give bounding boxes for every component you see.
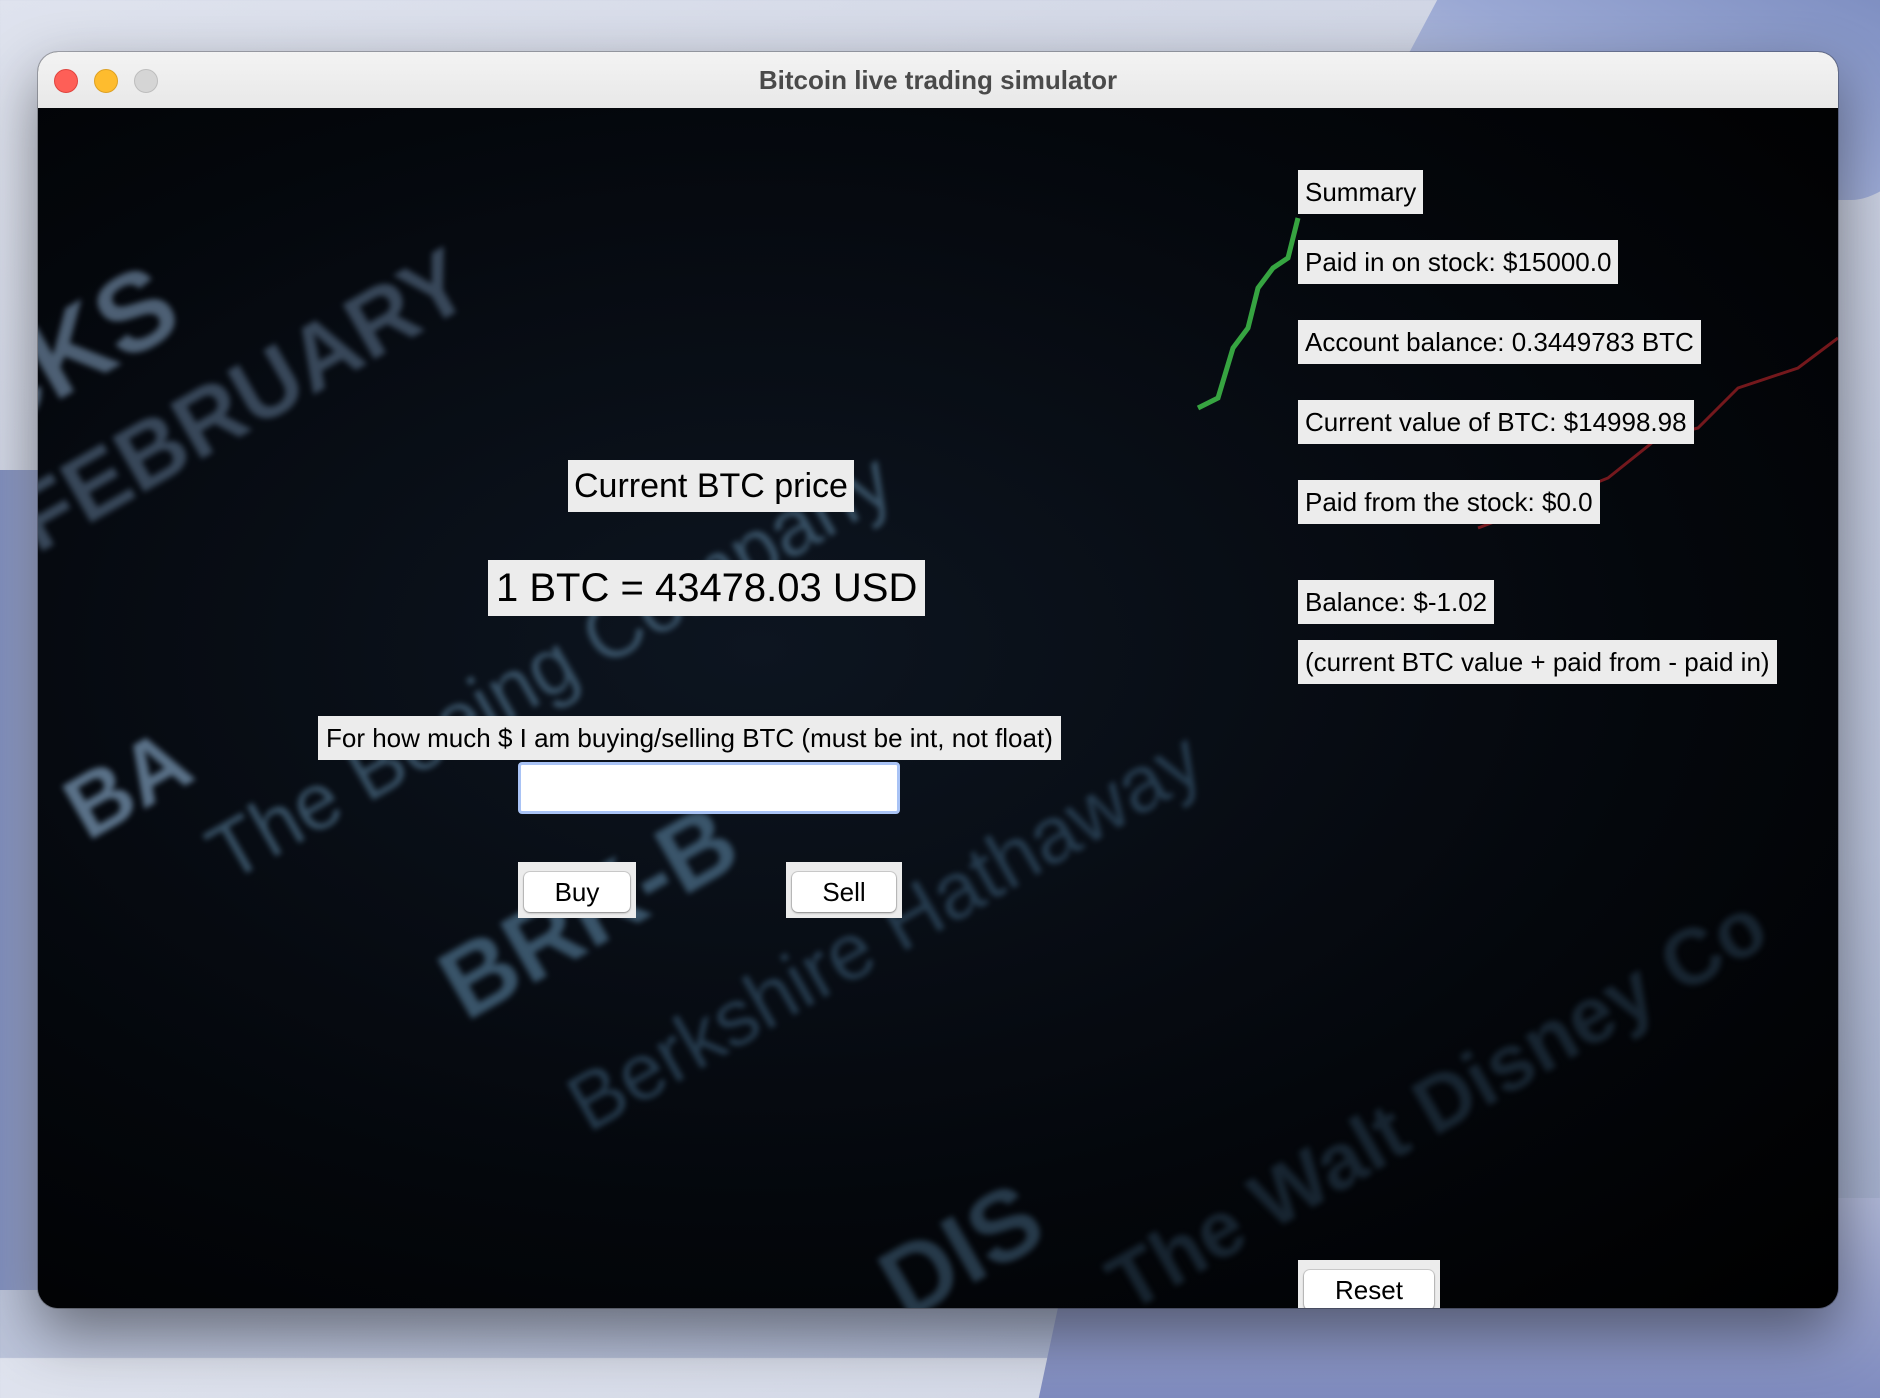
amount-input[interactable] [518,762,900,814]
balance-formula-note: (current BTC value + paid from - paid in… [1298,640,1777,684]
current-price-heading: Current BTC price [568,460,854,512]
paid-from-value: Paid from the stock: $0.0 [1298,480,1600,524]
summary-heading: Summary [1298,170,1424,214]
sell-button[interactable]: Sell [792,872,896,912]
amount-label: For how much $ I am buying/selling BTC (… [318,716,1061,760]
balance-value: Balance: $-1.02 [1298,580,1495,624]
current-value-value: Current value of BTC: $14998.98 [1298,400,1694,444]
title-bar: Bitcoin live trading simulator [38,52,1838,109]
reset-button[interactable]: Reset [1304,1270,1434,1308]
app-window: Bitcoin live trading simulator CKS FEBRU… [38,52,1838,1308]
reset-button-frame: Reset [1298,1260,1440,1308]
window-title: Bitcoin live trading simulator [758,65,1118,95]
sell-button-frame: Sell [786,862,902,918]
paid-in-value: Paid in on stock: $15000.0 [1298,240,1619,284]
buy-button-frame: Buy [518,862,636,918]
account-balance-value: Account balance: 0.3449783 BTC [1298,320,1701,364]
app-content: CKS FEBRUARY BA The Boeing Company BRK-B… [38,108,1838,1308]
btc-price-value: 1 BTC = 43478.03 USD [488,560,926,616]
buy-button[interactable]: Buy [524,872,630,912]
